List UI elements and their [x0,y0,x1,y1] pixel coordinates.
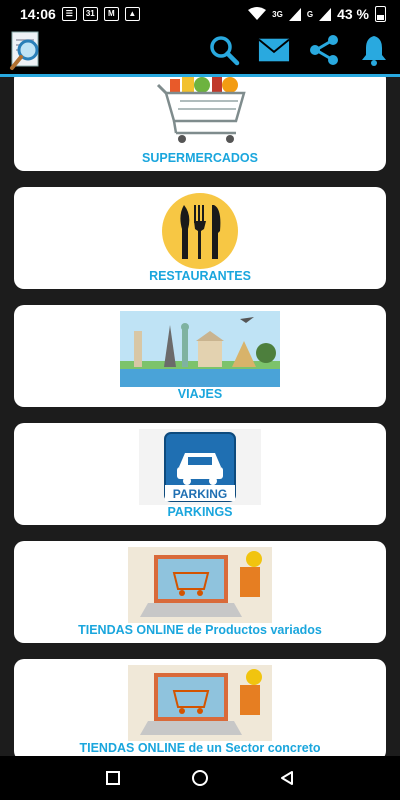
message-notification-icon: ☰ [61,7,77,21]
signal-icon-2 [319,7,332,21]
gmail-icon: M [103,7,119,21]
restaurant-image [14,193,386,269]
image-icon: ▲ [124,7,140,21]
category-card-tiendas-online-variados[interactable]: TIENDAS ONLINE de Productos variados [14,541,386,643]
cutlery-icon [162,193,238,269]
online-shopping-image [14,547,386,623]
home-icon[interactable] [191,769,209,787]
category-label: TIENDAS ONLINE de un Sector concreto [79,741,321,755]
notifications-icon [362,36,386,66]
share-icon [310,35,338,65]
category-label: SUPERMERCADOS [142,151,258,165]
app-logo-icon [10,31,39,70]
category-label: PARKINGS [167,505,233,519]
battery-percent: 43 % [337,6,369,22]
category-label: TIENDAS ONLINE de Productos variados [78,623,322,637]
mail-icon [258,38,290,62]
supermarket-cart-image [14,77,386,151]
shopping-cart-icon [156,77,246,143]
search-icon [210,36,240,66]
search-button[interactable] [208,34,240,66]
category-card-supermercados[interactable]: SUPERMERCADOS [14,77,386,171]
travel-landmarks-image [14,311,386,387]
notifications-button[interactable] [358,34,390,66]
online-shopping-image [14,665,386,741]
signal-icon [288,7,301,21]
category-list[interactable]: SUPERMERCADOS RESTAURANTES VIAJES PARKIN… [0,77,400,756]
status-bar: 14:06 ☰ 31 M ▲ 3G G 43 % [0,0,400,28]
parking-sign-text: PARKING [173,487,227,501]
category-card-tiendas-online-sector[interactable]: TIENDAS ONLINE de un Sector concreto [14,659,386,756]
mail-button[interactable] [258,34,290,66]
category-label: RESTAURANTES [149,269,251,283]
network-g-label: G [306,9,314,19]
app-bar [0,28,400,77]
recents-icon[interactable] [105,770,121,786]
category-label: VIAJES [177,387,223,401]
back-icon[interactable] [279,770,295,786]
battery-icon [375,6,386,22]
parking-sign-image: PARKING [14,429,386,505]
system-nav-bar [0,756,400,800]
calendar-icon: 31 [82,7,98,21]
wifi-icon [248,7,267,20]
status-time: 14:06 [20,6,56,22]
category-card-parkings[interactable]: PARKING PARKINGS [14,423,386,525]
category-card-viajes[interactable]: VIAJES [14,305,386,407]
category-card-restaurantes[interactable]: RESTAURANTES [14,187,386,289]
share-button[interactable] [308,34,340,66]
network-3g-label: 3G [272,9,283,19]
